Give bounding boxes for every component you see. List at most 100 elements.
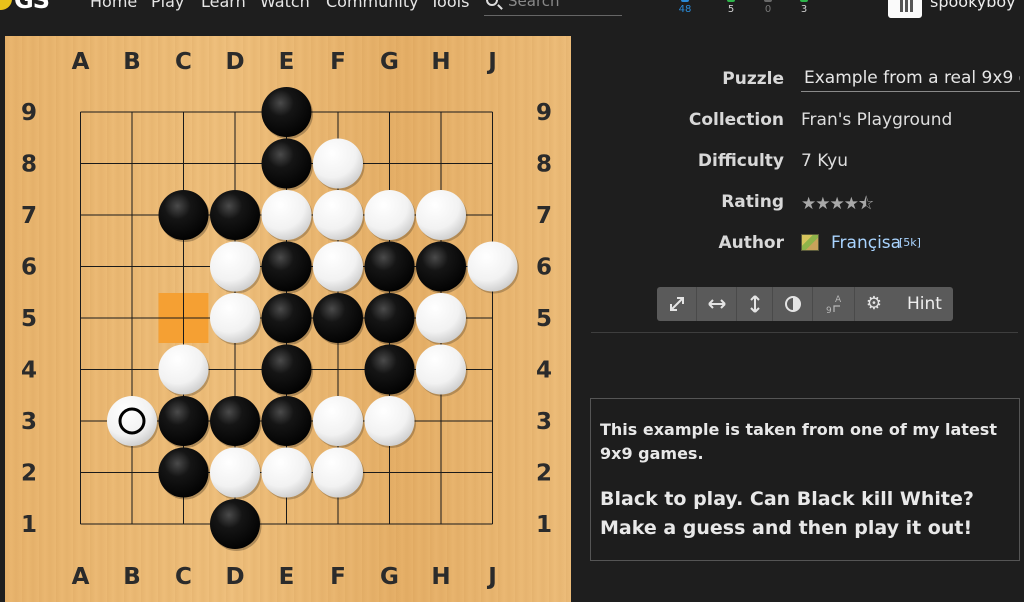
column-label: H — [431, 49, 450, 75]
board-toolbar: A 9 ⚙ Hint — [657, 287, 953, 321]
row-label: 1 — [536, 512, 552, 538]
counter-bar-icon — [681, 0, 689, 2]
white-stone[interactable] — [467, 241, 518, 292]
white-stone[interactable] — [261, 190, 312, 240]
nav-link-home[interactable]: Home — [90, 0, 137, 11]
vertical-fit-button[interactable] — [737, 287, 773, 321]
counter-value: 3 — [800, 4, 808, 15]
logo-text: GS — [14, 0, 50, 14]
black-stone[interactable] — [158, 447, 209, 498]
nav-link-play[interactable]: Play — [151, 0, 184, 11]
black-stone[interactable] — [210, 396, 260, 446]
white-stone[interactable] — [158, 344, 209, 395]
black-stone[interactable] — [158, 190, 209, 240]
row-label: 4 — [536, 358, 552, 384]
white-stone[interactable] — [313, 138, 363, 189]
active-games-counter[interactable]: 48 — [673, 0, 697, 16]
counter-value: 48 — [678, 4, 692, 15]
white-stone[interactable] — [210, 293, 260, 343]
challenges-counter[interactable]: 3 — [792, 0, 816, 16]
horizontal-fit-button[interactable] — [697, 287, 737, 321]
search-input[interactable]: Search — [484, 0, 622, 16]
nav-link-learn[interactable]: Learn — [201, 0, 246, 11]
black-stone[interactable] — [158, 396, 209, 446]
nav-link-watch[interactable]: Watch — [260, 0, 310, 11]
nav-link-community[interactable]: Community — [326, 0, 419, 11]
black-stone[interactable] — [261, 241, 312, 292]
row-label: 3 — [536, 409, 552, 435]
black-stone[interactable] — [210, 499, 260, 549]
author-label: Author — [718, 233, 784, 253]
description-task: Black to play. Can Black kill White? Mak… — [600, 488, 974, 539]
go-board-canvas[interactable]: A A B B C C D D E E F F G G H H J J 9 9 8 8 7 7 6 6 5 5 4 4 3 3 2 2 1 1 — [5, 36, 571, 602]
column-label: B — [123, 564, 141, 590]
row-label: 8 — [21, 152, 37, 178]
white-stone[interactable] — [364, 190, 415, 240]
user-avatar[interactable] — [888, 0, 922, 18]
column-label: E — [279, 564, 295, 590]
author-rank: [5k] — [899, 236, 921, 249]
my-turn-counter[interactable]: 5 — [719, 0, 743, 16]
black-stone[interactable] — [364, 293, 415, 343]
rating-label: Rating — [721, 192, 784, 212]
black-stone[interactable] — [364, 241, 415, 292]
row-label: 5 — [21, 306, 37, 332]
go-board[interactable]: A A B B C C D D E E F F G G H H J J 9 9 8 8 7 7 6 6 5 5 4 4 3 3 2 2 1 1 — [5, 36, 571, 602]
column-label: A — [72, 49, 90, 75]
horizontal-resize-icon — [708, 299, 726, 309]
white-stone[interactable] — [313, 396, 363, 446]
white-stone[interactable] — [107, 396, 157, 446]
panel-divider — [591, 332, 1018, 333]
puzzle-name-field[interactable]: Example from a real 9x9 game — [801, 66, 1020, 92]
black-stone[interactable] — [261, 87, 312, 137]
black-stone[interactable] — [261, 293, 312, 343]
white-stone[interactable] — [313, 241, 363, 292]
fullscreen-button[interactable] — [657, 287, 697, 321]
black-stone[interactable] — [261, 138, 312, 189]
column-label: G — [380, 49, 399, 75]
author-link[interactable]: Françisa — [831, 233, 901, 253]
vertical-resize-icon — [750, 295, 760, 313]
white-stone[interactable] — [416, 344, 466, 395]
contrast-toggle-button[interactable] — [773, 287, 813, 321]
row-label: 9 — [21, 100, 37, 126]
author-avatar-icon — [801, 234, 819, 251]
black-stone[interactable] — [313, 293, 363, 343]
counter-bar-icon — [764, 0, 772, 2]
white-stone[interactable] — [261, 447, 312, 498]
collection-value: Fran's Playground — [801, 110, 953, 130]
settings-button[interactable]: ⚙ — [855, 287, 893, 321]
coordinates-toggle-button[interactable]: A 9 — [813, 287, 855, 321]
puzzle-label: Puzzle — [722, 69, 784, 89]
white-stone[interactable] — [210, 447, 260, 498]
hint-button[interactable]: Hint — [907, 287, 942, 321]
column-label: C — [175, 564, 192, 590]
rating-stars[interactable]: ★★★★⯪ — [801, 191, 874, 220]
white-stone[interactable] — [313, 447, 363, 498]
white-stone[interactable] — [364, 396, 415, 446]
black-stone[interactable] — [210, 190, 260, 240]
username-label[interactable]: spookyboy — [930, 0, 1016, 11]
puzzle-description: This example is taken from one of my lat… — [590, 398, 1020, 561]
counter-bar-icon — [800, 0, 808, 2]
white-stone[interactable] — [210, 241, 260, 292]
black-stone[interactable] — [261, 344, 312, 395]
black-stone[interactable] — [364, 344, 415, 395]
black-stone[interactable] — [261, 396, 312, 446]
column-label: D — [225, 49, 244, 75]
column-label: F — [330, 49, 346, 75]
column-label: B — [123, 49, 141, 75]
pending-counter[interactable]: 0 — [756, 0, 780, 16]
white-stone[interactable] — [313, 190, 363, 240]
column-label: J — [486, 564, 497, 590]
nav-link-tools[interactable]: Tools — [430, 0, 469, 11]
white-stone[interactable] — [416, 293, 466, 343]
row-label: 8 — [536, 152, 552, 178]
white-stone[interactable] — [416, 190, 466, 240]
row-label: 7 — [21, 203, 37, 229]
black-stone[interactable] — [416, 241, 466, 292]
row-label: 4 — [21, 358, 37, 384]
column-label: A — [72, 564, 90, 590]
contrast-icon — [785, 296, 801, 312]
row-label: 6 — [536, 255, 552, 281]
